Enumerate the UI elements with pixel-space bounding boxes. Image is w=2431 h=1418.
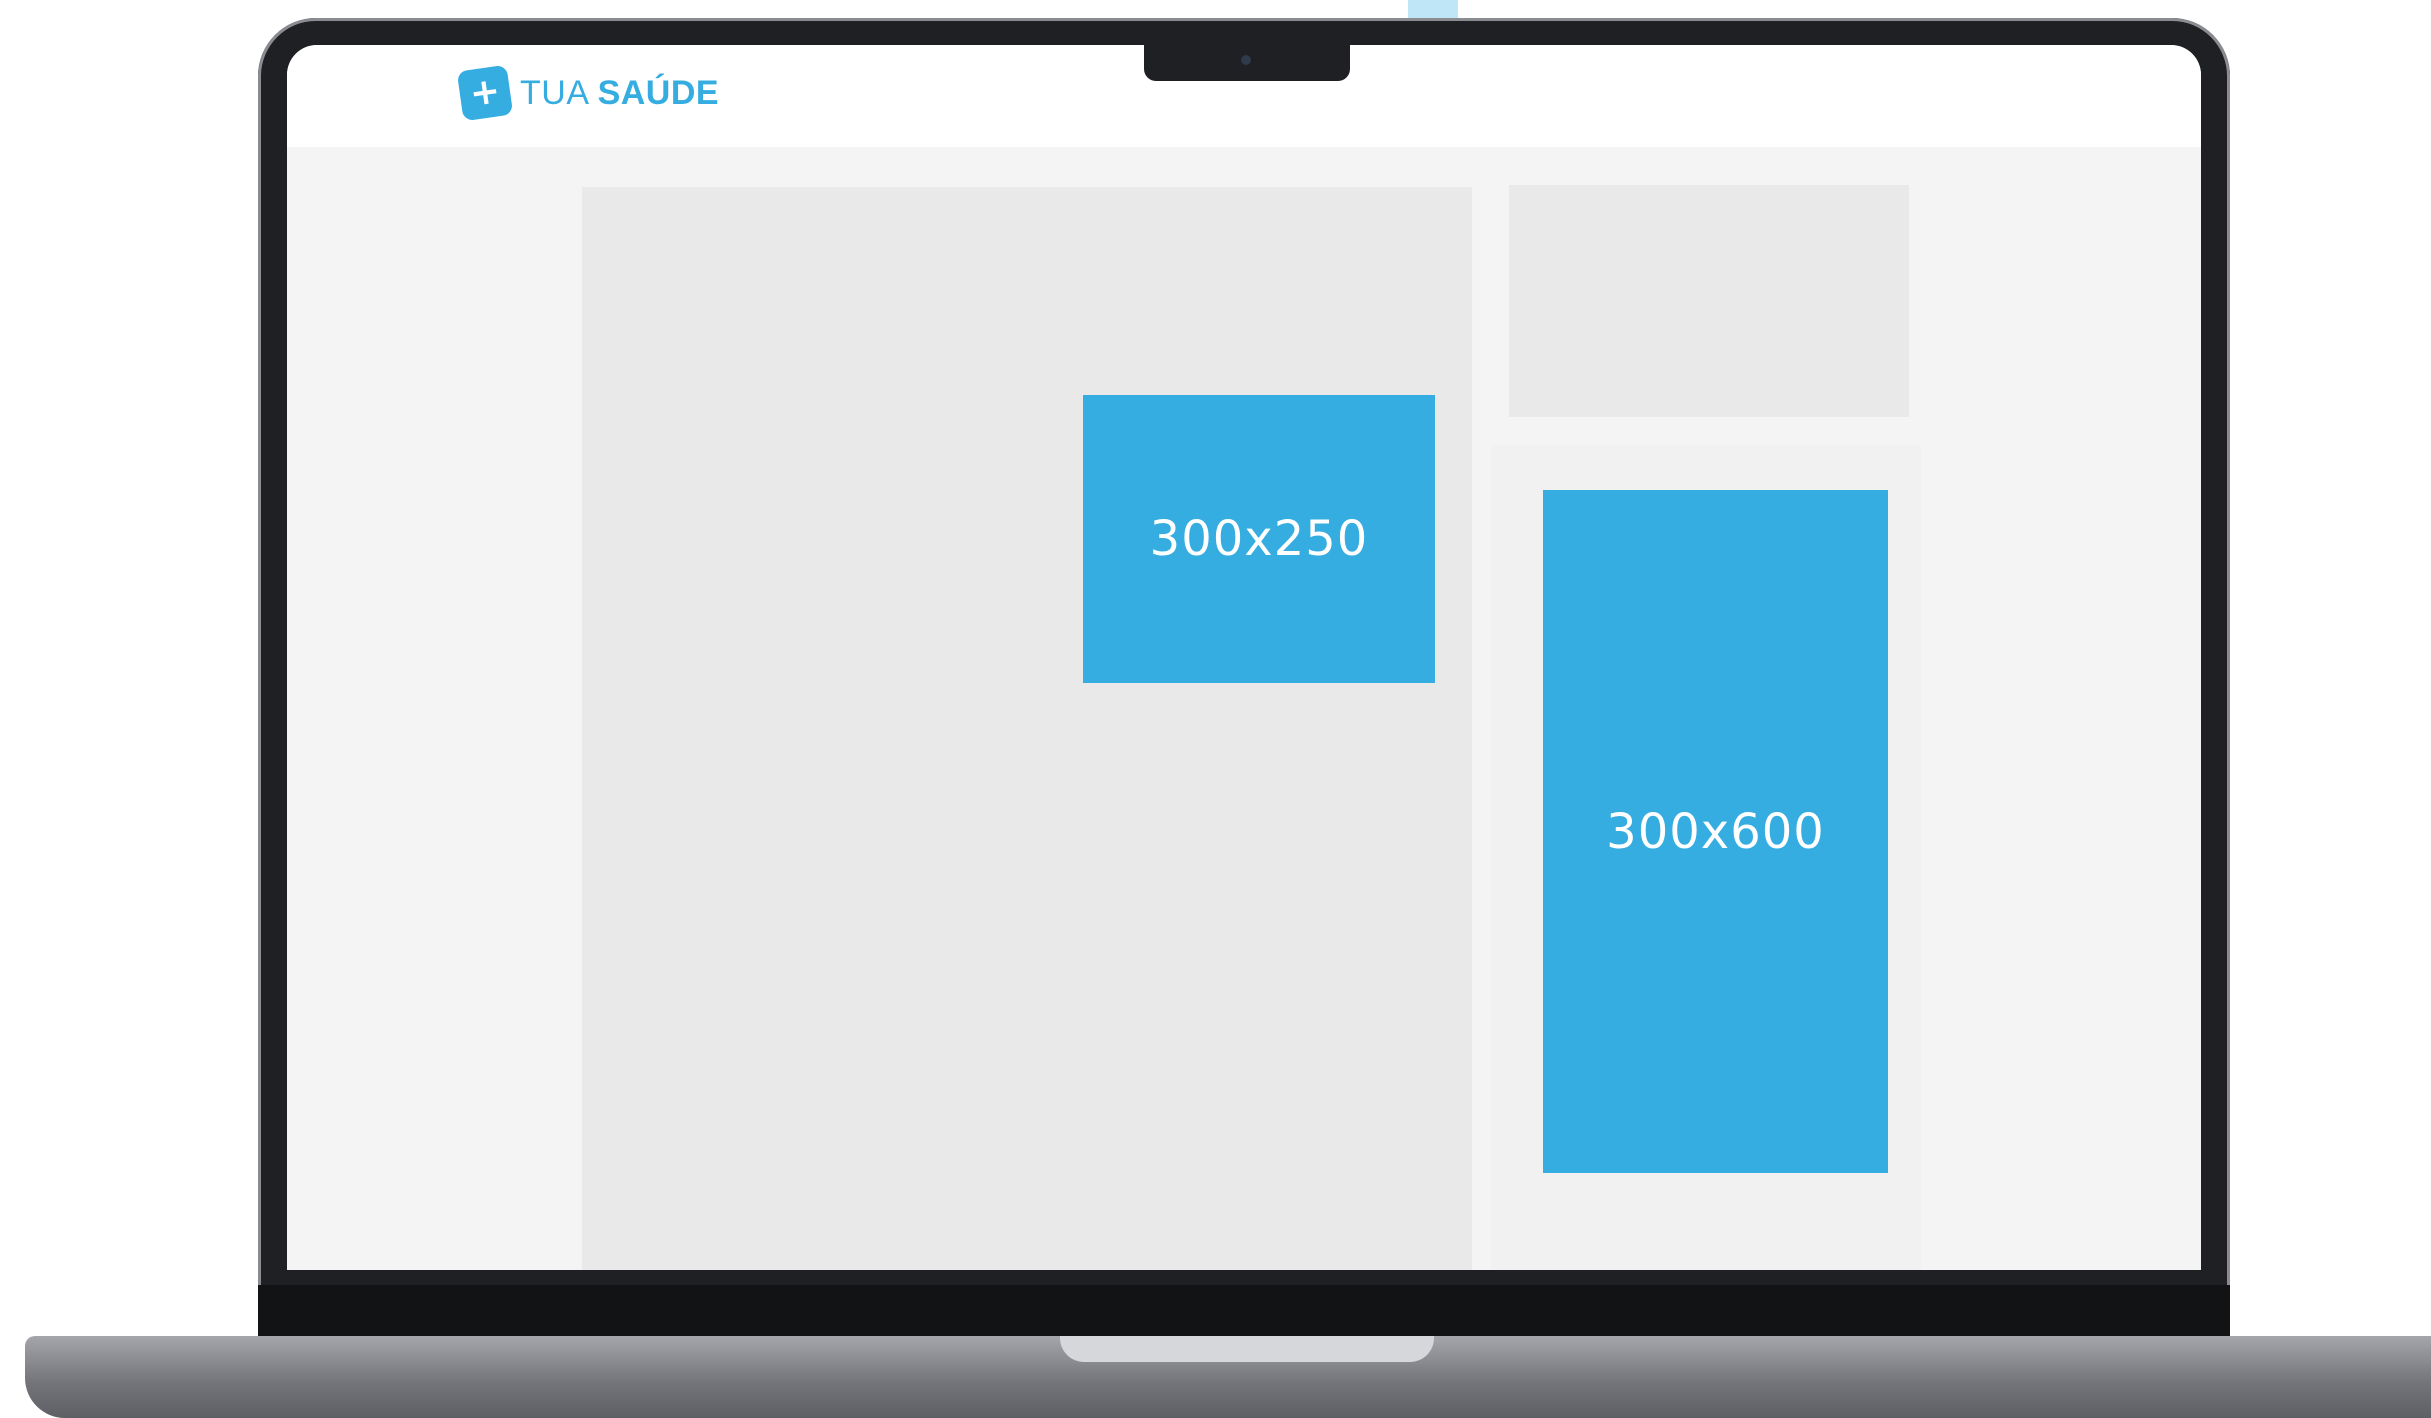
logo-text-bold: SAÚDE xyxy=(597,73,720,112)
main-content-placeholder xyxy=(582,187,1472,1270)
laptop-opening-notch xyxy=(1060,1336,1434,1362)
sidebar-top-placeholder xyxy=(1509,185,1909,417)
laptop-mockup: + TUA SAÚDE 300x250 300x600 xyxy=(0,0,2431,1418)
logo-text-light: TUA xyxy=(520,73,588,112)
ad-size-label: 300x600 xyxy=(1606,803,1825,860)
camera-notch xyxy=(1144,45,1350,81)
plus-icon: + xyxy=(456,64,514,122)
site-logo[interactable]: + TUA SAÚDE xyxy=(456,64,719,122)
ad-slot-300x250[interactable]: 300x250 xyxy=(1083,395,1435,683)
logo-text: TUA SAÚDE xyxy=(520,74,719,113)
laptop-lid-bottom xyxy=(258,1285,2230,1338)
laptop-screen: + TUA SAÚDE 300x250 300x600 xyxy=(287,45,2201,1270)
ad-slot-300x600[interactable]: 300x600 xyxy=(1543,490,1888,1173)
camera-icon xyxy=(1241,55,1251,65)
ad-size-label: 300x250 xyxy=(1149,511,1369,567)
